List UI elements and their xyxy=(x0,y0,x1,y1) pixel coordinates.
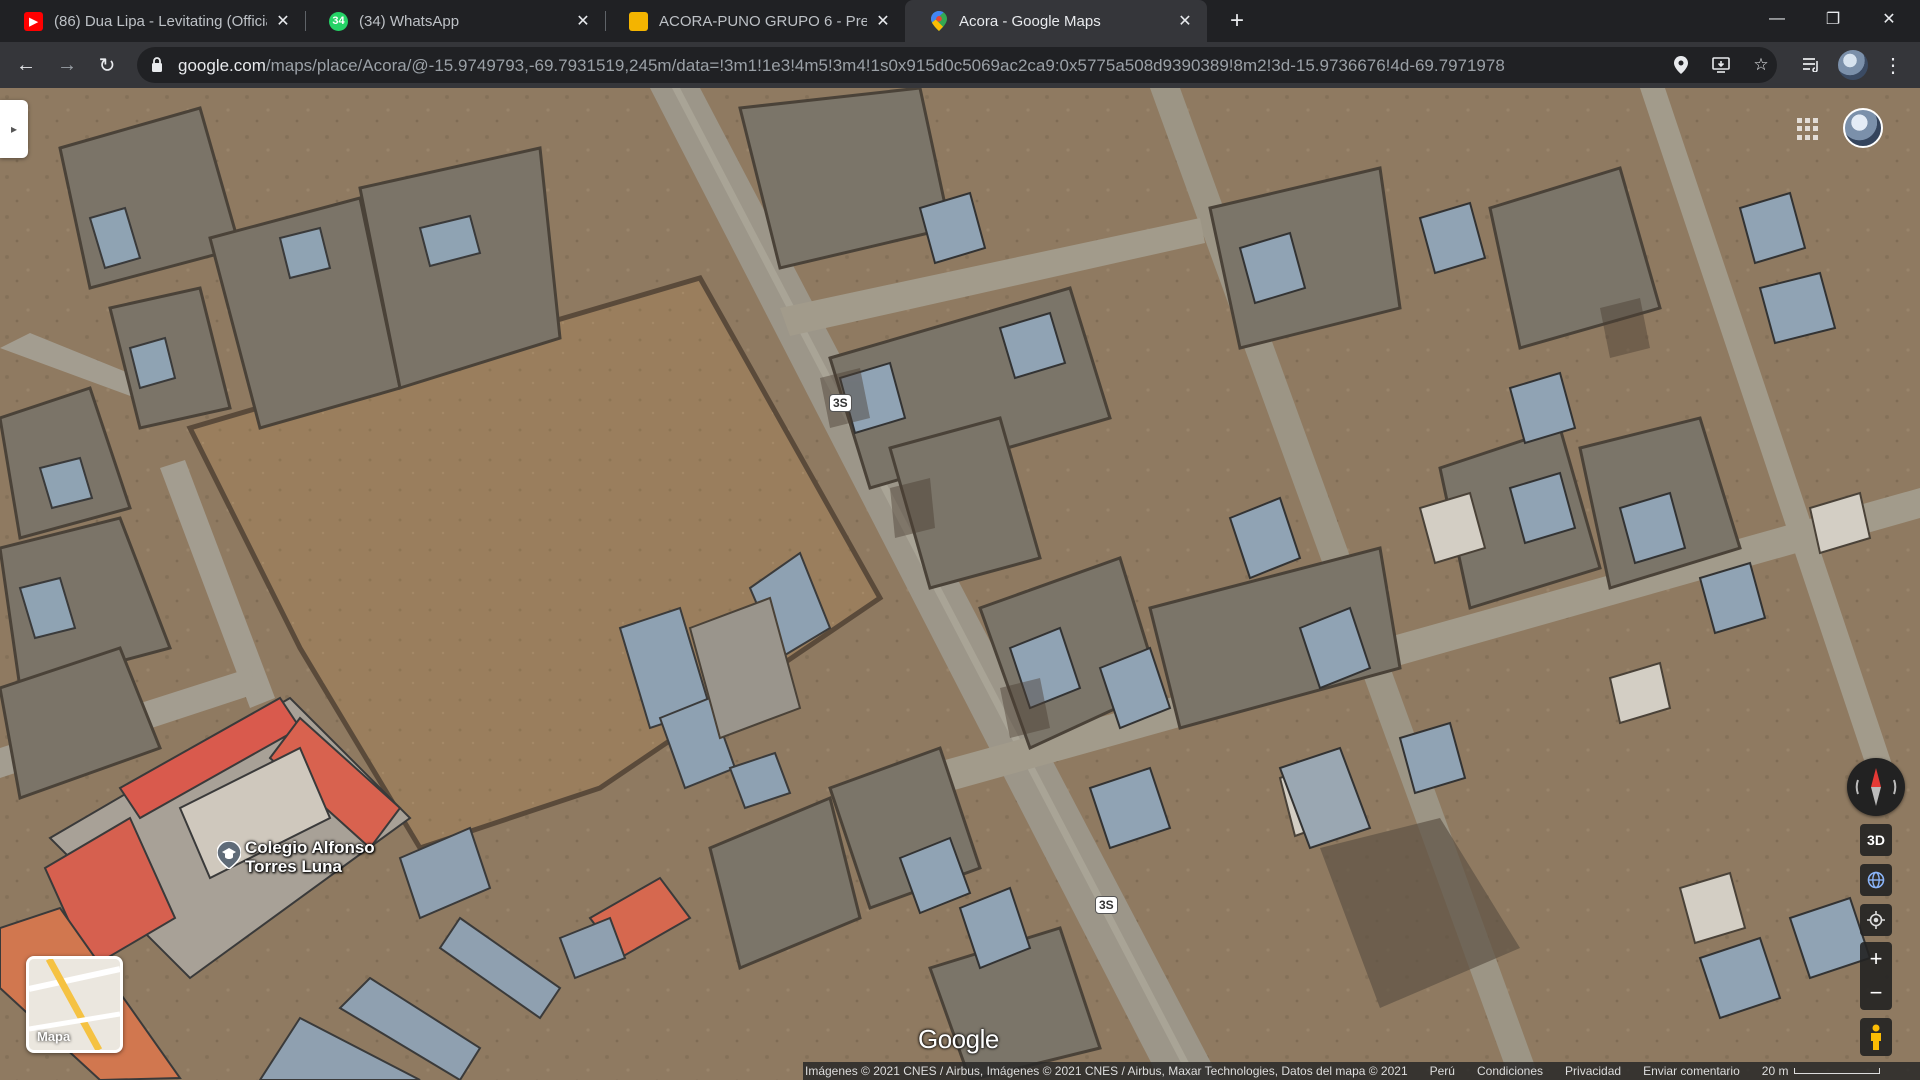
scale-bar[interactable]: 20 m xyxy=(1762,1064,1881,1078)
country-link[interactable]: Perú xyxy=(1430,1064,1455,1078)
profile-avatar[interactable] xyxy=(1838,50,1868,80)
place-label-line: Torres Luna xyxy=(245,857,342,876)
satellite-imagery xyxy=(0,88,1920,1080)
install-app-icon[interactable] xyxy=(1707,51,1735,79)
scale-ruler xyxy=(1794,1068,1881,1074)
back-button[interactable]: ← xyxy=(10,49,42,81)
satellite-map[interactable]: ▸ 3S 3S Colegio Alfonso Torres Luna Mapa… xyxy=(0,88,1920,1080)
forward-button[interactable]: → xyxy=(51,49,83,81)
zoom-in-button[interactable]: + xyxy=(1860,942,1892,976)
url-path: /maps/place/Acora/@-15.9749793,-69.79315… xyxy=(265,56,1505,75)
tab-title: (86) Dua Lipa - Levitating (Officia xyxy=(54,12,267,30)
maximize-button[interactable]: ❐ xyxy=(1806,0,1860,38)
url-host: google.com xyxy=(178,56,266,75)
browser-toolbar: ← → ↻ google.com/maps/place/Acora/@-15.9… xyxy=(0,42,1920,88)
map-footer: Imágenes © 2021 CNES / Airbus, Imágenes … xyxy=(803,1062,1920,1080)
place-label-line: Colegio Alfonso xyxy=(245,838,375,857)
place-label[interactable]: Colegio Alfonso Torres Luna xyxy=(245,838,375,876)
tab-title: (34) WhatsApp xyxy=(359,12,460,30)
reading-list-icon[interactable] xyxy=(1796,49,1828,81)
whatsapp-icon: 34 xyxy=(329,11,348,31)
tab-strip: ▶ (86) Dua Lipa - Levitating (Officia ✕ … xyxy=(0,0,1920,42)
tab-google-maps[interactable]: Acora - Google Maps ✕ xyxy=(905,0,1207,42)
url-text[interactable]: google.com/maps/place/Acora/@-15.9749793… xyxy=(178,56,1505,76)
zoom-controls: + − xyxy=(1860,942,1892,1010)
scale-label: 20 m xyxy=(1761,1064,1789,1078)
slides-icon xyxy=(629,11,648,31)
imagery-attribution: Imágenes © 2021 CNES / Airbus, Imágenes … xyxy=(805,1064,1408,1078)
route-marker: 3S xyxy=(829,394,852,412)
tab-title: ACORA-PUNO GRUPO 6 - Presen xyxy=(659,12,867,30)
lock-icon xyxy=(152,57,162,72)
google-apps-icon[interactable] xyxy=(1797,118,1819,140)
close-icon[interactable]: ✕ xyxy=(573,11,593,31)
close-icon[interactable]: ✕ xyxy=(273,11,293,31)
layer-switch-label: Mapa xyxy=(37,1029,71,1044)
address-bar[interactable]: google.com/maps/place/Acora/@-15.9749793… xyxy=(137,47,1777,83)
tab-whatsapp[interactable]: 34 (34) WhatsApp ✕ xyxy=(305,0,605,42)
send-feedback-link[interactable]: Enviar comentario xyxy=(1643,1064,1740,1078)
minimize-button[interactable]: — xyxy=(1750,0,1804,38)
tab-slides[interactable]: ACORA-PUNO GRUPO 6 - Presen ✕ xyxy=(605,0,905,42)
pegman-icon[interactable] xyxy=(1860,1018,1892,1056)
globe-icon[interactable] xyxy=(1860,864,1892,896)
account-avatar[interactable] xyxy=(1843,108,1883,148)
layer-switch-button[interactable]: Mapa xyxy=(26,956,123,1053)
collapse-side-panel-button[interactable]: ▸ xyxy=(0,100,28,158)
new-tab-button[interactable]: + xyxy=(1222,6,1252,36)
location-icon[interactable] xyxy=(1667,51,1695,79)
compass-icon[interactable] xyxy=(1847,758,1905,816)
menu-kebab-icon[interactable]: ⋮ xyxy=(1877,49,1909,81)
tilt-3d-button[interactable]: 3D xyxy=(1860,824,1892,856)
privacy-link[interactable]: Privacidad xyxy=(1565,1064,1621,1078)
zoom-out-button[interactable]: − xyxy=(1860,976,1892,1010)
school-icon[interactable] xyxy=(217,841,241,869)
close-icon[interactable]: ✕ xyxy=(873,11,893,31)
reload-button[interactable]: ↻ xyxy=(91,49,123,81)
tab-title: Acora - Google Maps xyxy=(959,12,1101,30)
youtube-icon: ▶ xyxy=(24,11,43,31)
route-marker: 3S xyxy=(1095,896,1118,914)
tab-youtube[interactable]: ▶ (86) Dua Lipa - Levitating (Officia ✕ xyxy=(0,0,305,42)
bookmark-star-icon[interactable]: ☆ xyxy=(1747,51,1775,79)
terms-link[interactable]: Condiciones xyxy=(1477,1064,1543,1078)
maps-icon xyxy=(929,11,948,31)
close-window-button[interactable]: ✕ xyxy=(1862,0,1916,38)
google-logo: Google xyxy=(918,1024,999,1054)
close-icon[interactable]: ✕ xyxy=(1175,11,1195,31)
my-location-icon[interactable] xyxy=(1860,904,1892,936)
